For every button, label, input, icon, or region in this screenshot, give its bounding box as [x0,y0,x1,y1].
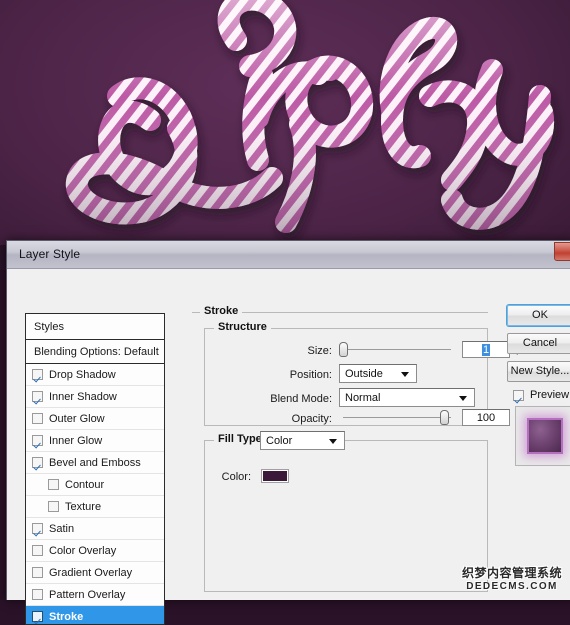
effect-row-texture[interactable]: Texture [26,496,164,518]
effect-label: Inner Shadow [49,390,117,403]
preview-chip [527,418,563,454]
styles-list-panel: Styles Blending Options: Default Drop Sh… [25,313,165,625]
effect-row-color-overlay[interactable]: Color Overlay [26,540,164,562]
size-input[interactable]: 1 [462,341,510,358]
rope-lettering-graphic [0,0,570,245]
effect-label: Pattern Overlay [49,588,126,601]
position-value: Outside [345,368,383,380]
checkbox-stroke[interactable] [32,611,43,622]
close-icon[interactable] [554,242,570,261]
effect-label: Gradient Overlay [49,566,133,579]
effect-label: Color Overlay [49,544,117,557]
position-dropdown[interactable]: Outside [339,364,417,383]
layer-style-dialog: Layer Style Styles Blending Options: Def… [6,240,570,625]
effect-row-contour[interactable]: Contour [26,474,164,496]
watermark: 织梦内容管理系统 DEDECMS.COM [461,565,562,592]
checkbox-satin[interactable] [32,523,43,534]
checkbox-texture[interactable] [48,501,59,512]
background-artwork [0,0,570,245]
styles-list-header[interactable]: Styles [26,314,164,340]
chevron-down-icon [329,439,337,444]
stroke-settings-panel: Stroke Structure Size: 1 px Position: Ou… [192,305,528,625]
fill-type-fieldset [204,440,488,592]
effect-label: Inner Glow [49,434,103,447]
opacity-label: Opacity: [291,413,332,425]
dialog-button-column: OK Cancel New Style... Preview [507,305,570,466]
checkbox-preview[interactable] [513,389,524,401]
effect-row-bevel-and-emboss[interactable]: Bevel and Emboss [26,452,164,474]
new-style-button[interactable]: New Style... [507,361,570,382]
effect-row-drop-shadow[interactable]: Drop Shadow [26,364,164,386]
chevron-down-icon [401,372,409,377]
blending-options-row[interactable]: Blending Options: Default [26,340,164,364]
size-slider-thumb[interactable] [339,342,348,357]
dialog-titlebar[interactable]: Layer Style [7,241,570,269]
structure-title: Structure [214,321,271,333]
watermark-chinese: 织梦内容管理系统 [461,565,562,580]
checkbox-contour[interactable] [48,479,59,490]
effect-label: Outer Glow [49,412,105,425]
position-label: Position: [289,369,332,381]
effect-row-gradient-overlay[interactable]: Gradient Overlay [26,562,164,584]
checkbox-gradient-overlay[interactable] [32,567,43,578]
watermark-english: DEDECMS.COM [466,580,558,592]
checkbox-inner-shadow[interactable] [32,391,43,402]
checkbox-bevel-and-emboss[interactable] [32,457,43,468]
effect-row-pattern-overlay[interactable]: Pattern Overlay [26,584,164,606]
preview-thumbnail [515,406,570,466]
checkbox-color-overlay[interactable] [32,545,43,556]
opacity-slider-thumb[interactable] [440,410,449,425]
effect-label: Bevel and Emboss [49,456,141,469]
fill-type-dropdown[interactable]: Color [260,431,345,450]
chevron-down-icon [459,396,467,401]
opacity-slider-track [343,417,451,418]
effect-row-outer-glow[interactable]: Outer Glow [26,408,164,430]
effect-label: Satin [49,522,75,535]
effect-label: Stroke [49,610,84,623]
size-input-value: 1 [481,344,491,356]
fill-type-value: Color [266,435,293,447]
ok-button[interactable]: OK [507,305,570,326]
checkbox-outer-glow[interactable] [32,413,43,424]
checkbox-inner-glow[interactable] [32,435,43,446]
effect-label: Drop Shadow [49,368,116,381]
cancel-button[interactable]: Cancel [507,333,570,354]
opacity-input[interactable]: 100 [462,409,510,426]
opacity-slider[interactable] [339,409,452,426]
dialog-title: Layer Style [19,247,81,261]
effect-label: Texture [65,500,102,513]
effect-row-inner-glow[interactable]: Inner Glow [26,430,164,452]
effect-row-inner-shadow[interactable]: Inner Shadow [26,386,164,408]
color-label: Color: [221,471,251,483]
effect-label: Contour [65,478,105,491]
blend-mode-value: Normal [345,392,381,404]
size-slider[interactable] [339,341,452,358]
panel-title: Stroke [200,305,243,317]
checkbox-pattern-overlay[interactable] [32,589,43,600]
blend-mode-dropdown[interactable]: Normal [339,388,475,407]
effect-row-stroke[interactable]: Stroke [26,606,164,624]
preview-label: Preview [530,389,570,401]
blend-mode-label: Blend Mode: [270,393,332,405]
dialog-body: Styles Blending Options: Default Drop Sh… [7,269,570,625]
size-label: Size: [307,345,332,357]
color-swatch[interactable] [261,469,289,483]
effect-row-satin[interactable]: Satin [26,518,164,540]
opacity-input-value: 100 [476,412,496,424]
preview-toggle[interactable]: Preview [513,389,570,401]
checkbox-drop-shadow[interactable] [32,369,43,380]
size-slider-track [343,349,451,350]
